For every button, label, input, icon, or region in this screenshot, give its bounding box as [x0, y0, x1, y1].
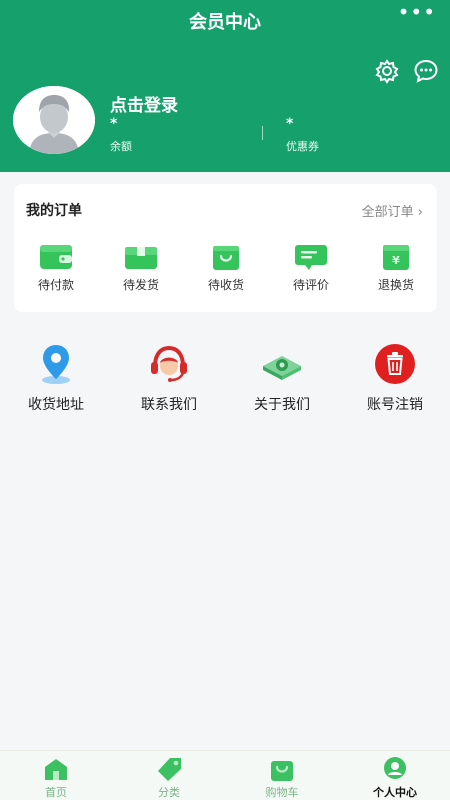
- service-contact[interactable]: 联系我们: [119, 342, 219, 414]
- order-label: 待评价: [292, 278, 329, 292]
- default-avatar-icon: [13, 86, 95, 154]
- order-label: 待发货: [122, 278, 159, 292]
- service-label: 关于我们: [254, 397, 310, 413]
- page-title: 会员中心: [189, 12, 261, 33]
- package-icon: [125, 247, 157, 269]
- cart-bag-icon: [271, 761, 293, 781]
- bottom-tab-bar: 首页 分类 购物车 个人中心: [0, 750, 450, 800]
- user-icon: [384, 757, 406, 779]
- order-pending-review[interactable]: 待评价: [276, 242, 346, 293]
- tab-home[interactable]: 首页: [16, 756, 96, 800]
- tab-category[interactable]: 分类: [129, 756, 209, 800]
- tab-label: 首页: [45, 786, 67, 799]
- service-address[interactable]: 收货地址: [6, 342, 106, 414]
- service-label: 联系我们: [141, 397, 197, 413]
- home-icon: [45, 759, 67, 780]
- tab-label: 购物车: [265, 786, 299, 799]
- more-menu-icon[interactable]: •••: [398, 2, 436, 22]
- all-orders-link[interactable]: 全部订单 ›: [362, 201, 423, 220]
- review-icon: [295, 245, 327, 270]
- tab-cart[interactable]: 购物车: [242, 756, 322, 800]
- svg-text:¥: ¥: [392, 254, 400, 267]
- stat-divider: [262, 126, 263, 140]
- message-bubble-icon[interactable]: [413, 58, 439, 84]
- order-pending-shipment[interactable]: 待发货: [106, 242, 176, 293]
- order-label: 待付款: [37, 278, 74, 292]
- headset-icon: [151, 345, 187, 382]
- balance-value[interactable]: *: [110, 116, 117, 132]
- tab-label: 个人中心: [373, 786, 417, 799]
- avatar[interactable]: [13, 86, 95, 154]
- shopping-bag-icon: [213, 246, 239, 270]
- service-delete-account[interactable]: 账号注销: [345, 342, 445, 414]
- service-about[interactable]: 关于我们: [232, 342, 332, 414]
- order-label: 退换货: [377, 278, 414, 292]
- balance-label: 余额: [110, 140, 132, 153]
- my-orders-card: 我的订单 全部订单 › 待付款 待发货 待收货 待评价 ¥ 退换货: [14, 184, 437, 312]
- my-orders-title: 我的订单: [26, 203, 82, 219]
- service-label: 账号注销: [367, 397, 423, 413]
- coupons-value[interactable]: *: [286, 116, 293, 132]
- login-link[interactable]: 点击登录: [110, 91, 178, 116]
- tab-label: 分类: [158, 786, 180, 799]
- service-label: 收货地址: [28, 397, 84, 413]
- trash-icon: [375, 344, 415, 384]
- order-returns[interactable]: ¥ 退换货: [361, 242, 431, 293]
- tab-profile[interactable]: 个人中心: [355, 756, 435, 800]
- wallet-icon: [40, 245, 72, 269]
- about-icon: [263, 356, 301, 380]
- location-pin-icon: [42, 345, 70, 384]
- order-pending-receipt[interactable]: 待收货: [191, 242, 261, 293]
- refund-icon: ¥: [383, 245, 409, 270]
- order-label: 待收货: [207, 278, 244, 292]
- tag-icon: [158, 758, 181, 781]
- coupons-label: 优惠券: [286, 140, 319, 153]
- settings-gear-icon[interactable]: [374, 58, 400, 84]
- header-banner: 会员中心 ••• 点击登录 * 余额 * 优惠券: [0, 0, 450, 172]
- order-pending-payment[interactable]: 待付款: [21, 242, 91, 293]
